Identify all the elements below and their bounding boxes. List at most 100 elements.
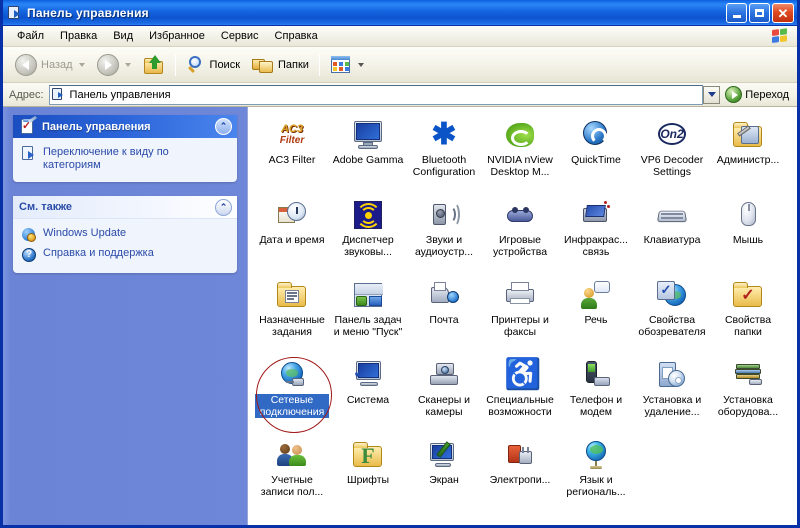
forward-dropdown-caret[interactable]: [124, 62, 131, 67]
item-folder-options[interactable]: ✓ Свойства папки: [710, 277, 786, 357]
taskbar-startmenu-icon: [352, 279, 384, 311]
scheduled-tasks-icon: [276, 279, 308, 311]
back-dropdown-caret[interactable]: [78, 62, 85, 67]
item-add-remove-programs[interactable]: Установка и удаление...: [634, 357, 710, 437]
collapse-chevron-icon[interactable]: ⌃: [215, 118, 232, 135]
item-gaming-devices[interactable]: Игровые устройства: [482, 197, 558, 277]
menu-help[interactable]: Справка: [267, 28, 326, 44]
search-label: Поиск: [209, 58, 241, 71]
item-vp6-decoder-settings[interactable]: On2 VP6 Decoder Settings: [634, 117, 710, 197]
link-help-support[interactable]: ? Справка и поддержка: [21, 245, 229, 265]
item-scheduled-tasks[interactable]: Назначенные задания: [254, 277, 330, 357]
item-fonts[interactable]: F Шрифты: [330, 437, 406, 517]
panel-see-also-title: См. также: [19, 201, 72, 213]
menu-bar: Файл Правка Вид Избранное Сервис Справка: [3, 26, 797, 47]
item-sounds-audio[interactable]: Звуки и аудиоустр...: [406, 197, 482, 277]
up-button[interactable]: [137, 51, 171, 79]
date-time-icon: [276, 199, 308, 231]
quicktime-icon: [580, 119, 612, 151]
back-label: Назад: [41, 58, 73, 71]
window-title: Панель управления: [27, 5, 149, 20]
administrative-tools-icon: [732, 119, 764, 151]
forward-arrow-icon: [96, 53, 119, 76]
item-ac3-filter[interactable]: AC3 Filter AC3 Filter: [254, 117, 330, 197]
item-date-time[interactable]: Дата и время: [254, 197, 330, 277]
maximize-button[interactable]: [749, 3, 770, 23]
accessibility-icon: ♿: [504, 358, 542, 391]
back-button[interactable]: Назад: [9, 51, 91, 79]
menu-file[interactable]: Файл: [9, 28, 52, 44]
infrared-icon: [580, 199, 612, 231]
item-taskbar-startmenu[interactable]: Панель задач и меню "Пуск": [330, 277, 406, 357]
control-panel-clipboard-icon: ✓: [19, 115, 38, 136]
title-bar[interactable]: Панель управления ✕: [3, 0, 797, 26]
menu-edit[interactable]: Правка: [52, 28, 105, 44]
address-dropdown-button[interactable]: [703, 85, 721, 104]
item-keyboard[interactable]: Клавиатура: [634, 197, 710, 277]
search-button[interactable]: Поиск: [180, 51, 246, 79]
item-phone-modem[interactable]: Телефон и модем: [558, 357, 634, 437]
item-administrative-tools[interactable]: Администр...: [710, 117, 786, 197]
user-accounts-icon: [276, 439, 308, 471]
item-mail[interactable]: Почта: [406, 277, 482, 357]
printers-faxes-icon: [504, 279, 536, 311]
collapse-chevron-icon-2[interactable]: ⌃: [215, 199, 232, 216]
views-button[interactable]: [324, 51, 370, 79]
panel-control-panel-header[interactable]: ✓ Панель управления ⌃: [13, 115, 237, 138]
close-button[interactable]: ✕: [772, 3, 794, 23]
item-nvidia-nview[interactable]: NVIDIA nView Desktop M...: [482, 117, 558, 197]
menu-tools[interactable]: Сервис: [213, 28, 267, 44]
network-connections-icon: [276, 359, 308, 391]
item-speech[interactable]: Речь: [558, 277, 634, 357]
vp6-decoder-icon: On2: [656, 119, 688, 151]
panel-see-also-header[interactable]: См. также ⌃: [13, 196, 237, 219]
item-printers-faxes[interactable]: Принтеры и факсы: [482, 277, 558, 357]
item-bluetooth-configuration[interactable]: ✱ Bluetooth Configuration: [406, 117, 482, 197]
windows-flag-logo: [767, 27, 793, 46]
item-quicktime[interactable]: QuickTime: [558, 117, 634, 197]
go-button[interactable]: Переход: [723, 85, 794, 105]
item-adobe-gamma[interactable]: Adobe Gamma: [330, 117, 406, 197]
address-value: Панель управления: [69, 88, 171, 101]
icon-view-pane[interactable]: AC3 Filter AC3 Filter Adobe Gamma ✱ Blue…: [247, 107, 797, 525]
item-power-options[interactable]: Электропи...: [482, 437, 558, 517]
search-icon: [186, 55, 206, 75]
switch-view-icon: [21, 146, 37, 162]
address-input[interactable]: Панель управления: [48, 84, 704, 105]
item-regional-language[interactable]: Язык и региональ...: [558, 437, 634, 517]
menu-favorites[interactable]: Избранное: [141, 28, 213, 44]
menu-view[interactable]: Вид: [105, 28, 141, 44]
item-network-connections[interactable]: Сетевые подключения: [254, 357, 332, 437]
item-mouse[interactable]: Мышь: [710, 197, 786, 277]
views-dropdown-caret[interactable]: [357, 62, 364, 67]
address-bar: Адрес: Панель управления Переход: [3, 83, 797, 107]
folders-icon: [252, 55, 274, 75]
address-label: Адрес:: [9, 88, 44, 101]
nvidia-nview-icon: [504, 119, 536, 151]
window-body: ✓ Панель управления ⌃ Переключение к вид…: [3, 107, 797, 525]
item-system[interactable]: ✓ Система: [330, 357, 406, 437]
control-panel-small-icon: [51, 87, 66, 102]
display-icon: [428, 439, 460, 471]
folders-button[interactable]: Папки: [246, 51, 315, 79]
item-scanners-cameras[interactable]: Сканеры и камеры: [406, 357, 482, 437]
panel-see-also: См. также ⌃ Windows Update ? Справка и п…: [13, 196, 237, 273]
item-accessibility[interactable]: ♿ Специальные возможности: [482, 357, 558, 437]
item-display[interactable]: Экран: [406, 437, 482, 517]
link-switch-to-category-view[interactable]: Переключение к виду по категориям: [21, 144, 229, 174]
item-sound-manager[interactable]: Диспетчер звуковы...: [330, 197, 406, 277]
link-help-support-label: Справка и поддержка: [43, 247, 154, 259]
folder-options-icon: ✓: [732, 279, 764, 311]
item-user-accounts[interactable]: Учетные записи пол...: [254, 437, 330, 517]
item-internet-options[interactable]: ✓ Свойства обозревателя: [634, 277, 710, 357]
item-infrared[interactable]: Инфракрас... связь: [558, 197, 634, 277]
adobe-gamma-icon: [352, 119, 384, 151]
add-remove-programs-icon: [656, 359, 688, 391]
system-icon: ✓: [352, 359, 384, 391]
forward-button[interactable]: [91, 51, 137, 79]
minimize-button[interactable]: [726, 3, 747, 23]
link-windows-update[interactable]: Windows Update: [21, 225, 229, 245]
fonts-icon: F: [352, 439, 384, 471]
panel-see-also-body: Windows Update ? Справка и поддержка: [13, 219, 237, 273]
item-add-hardware[interactable]: Установка оборудова...: [710, 357, 786, 437]
